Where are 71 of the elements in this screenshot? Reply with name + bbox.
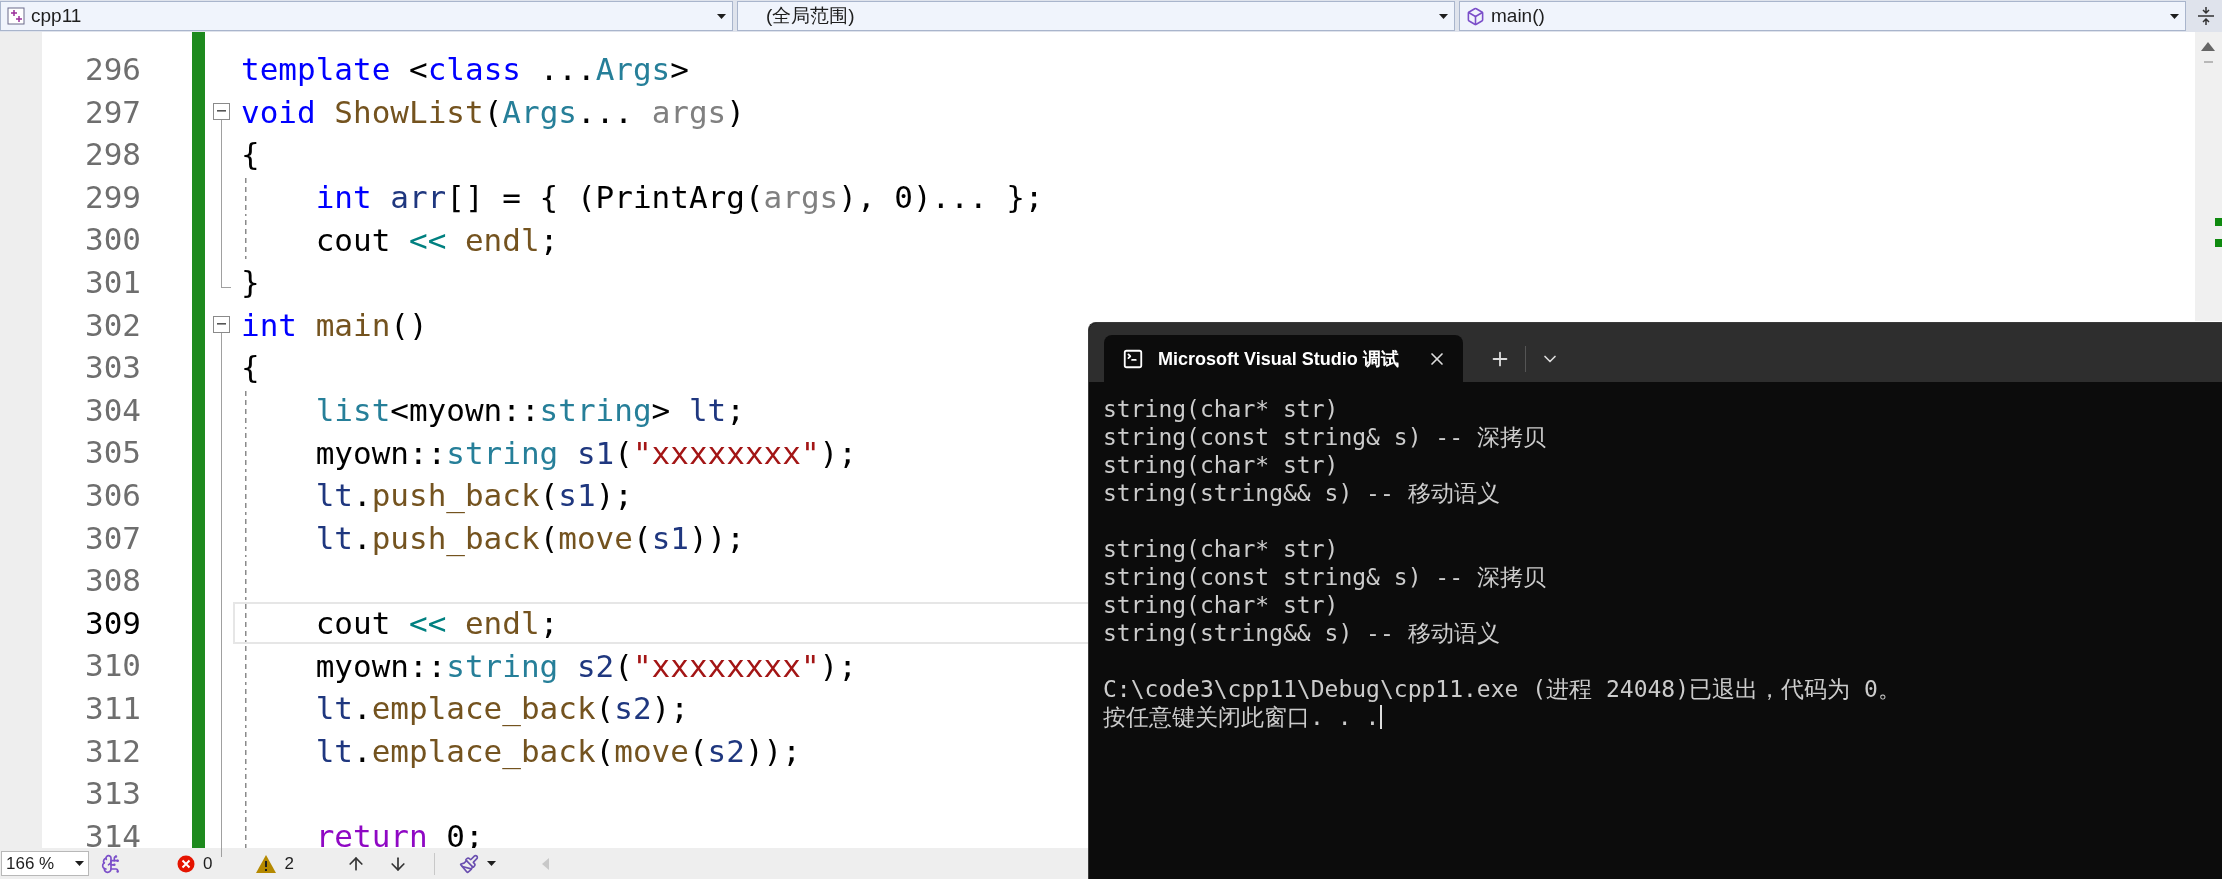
scroll-up-icon[interactable] [2201,42,2215,51]
brain-icon[interactable] [101,853,121,874]
terminal-output-line: string(char* str) [1103,395,1339,423]
line-number: 306 [84,475,141,515]
code-line: int arr[] = { (PrintArg(args), 0)... }; [315,179,1044,216]
terminal-icon [1122,347,1144,370]
dropdown-caret-icon [75,861,84,866]
dropdown-caret-icon [1439,13,1448,19]
terminal-tab[interactable]: Microsoft Visual Studio 调试 [1104,335,1463,382]
error-icon[interactable] [177,854,195,873]
cube-icon [1466,6,1485,26]
code-line: lt.push_back(move(s1)); [315,519,745,556]
line-number: 310 [84,646,141,686]
terminal-output-line: string(const string& s) -- 深拷贝 [1103,563,1546,591]
code-line: } [241,264,260,301]
change-mark [2215,239,2222,247]
zoom-dropdown[interactable]: 166 % [1,851,89,876]
line-number: 312 [84,731,141,771]
code-line: cout << endl; [315,605,559,641]
project-dropdown[interactable]: cpp11 [0,1,733,31]
code-line: return 0; [315,818,484,854]
terminal-output-line: string(char* str) [1103,591,1339,619]
dropdown-caret-icon [2170,13,2179,19]
line-number: 308 [84,561,141,601]
line-number: 302 [84,305,141,345]
code-line: myown::string s1("xxxxxxxx"); [315,434,857,471]
warning-count: 2 [284,853,294,874]
line-number: 301 [84,262,141,302]
collapse-icon[interactable] [213,315,230,333]
scope-dropdown[interactable]: (全局范围) [737,1,1455,31]
code-line: list<myown::string> lt; [315,392,745,429]
code-line: { [241,349,260,386]
brush-icon[interactable] [458,853,479,874]
code-line: int main() [241,306,428,343]
line-number: 298 [84,135,141,175]
collapse-icon[interactable] [213,102,230,120]
line-number: 307 [84,518,141,558]
code-line: void ShowList(Args... args) [241,93,745,130]
member-dropdown[interactable]: main() [1459,1,2186,31]
line-number: 313 [84,774,141,814]
change-mark [2215,218,2222,226]
code-line: lt.emplace_back(s2); [315,690,689,727]
line-number: 297 [84,92,141,132]
line-number: 300 [84,220,141,260]
code-line: template <class ...Args> [241,51,689,88]
terminal-output-line: string(string&& s) -- 移动语义 [1103,479,1500,507]
code-line: lt.push_back(s1); [315,477,633,514]
terminal-output-line: string(char* str) [1103,451,1339,479]
split-icon[interactable] [2198,6,2214,26]
code-line: { [241,136,260,173]
code-line: lt.emplace_back(move(s2)); [315,732,801,769]
dropdown-caret-icon [717,13,726,19]
line-number: 311 [84,688,141,728]
line-number: 309 [84,603,141,643]
dropdown-caret-icon [486,861,496,866]
line-number: 296 [84,50,141,89]
terminal-output-line: string(const string& s) -- 深拷贝 [1103,423,1546,451]
line-number: 303 [84,348,141,388]
line-number: 299 [84,177,141,217]
terminal-output-line: 按任意键关闭此窗口. . . [1103,703,1380,731]
scrollbar-track[interactable] [2195,32,2222,321]
code-line: cout << endl; [315,221,559,258]
line-number: 304 [84,390,141,430]
terminal-output-line: C:\code3\cpp11\Debug\cpp11.exe (进程 24048)已退出，代码为 0。 [1103,675,1901,703]
error-count: 0 [203,853,213,874]
line-number: 305 [84,433,141,473]
terminal-output-line: string(char* str) [1103,535,1339,563]
code-line: myown::string s2("xxxxxxxx"); [315,647,857,684]
project-icon [7,7,25,25]
terminal-output-line: string(string&& s) -- 移动语义 [1103,619,1500,647]
warning-icon[interactable] [256,854,277,873]
